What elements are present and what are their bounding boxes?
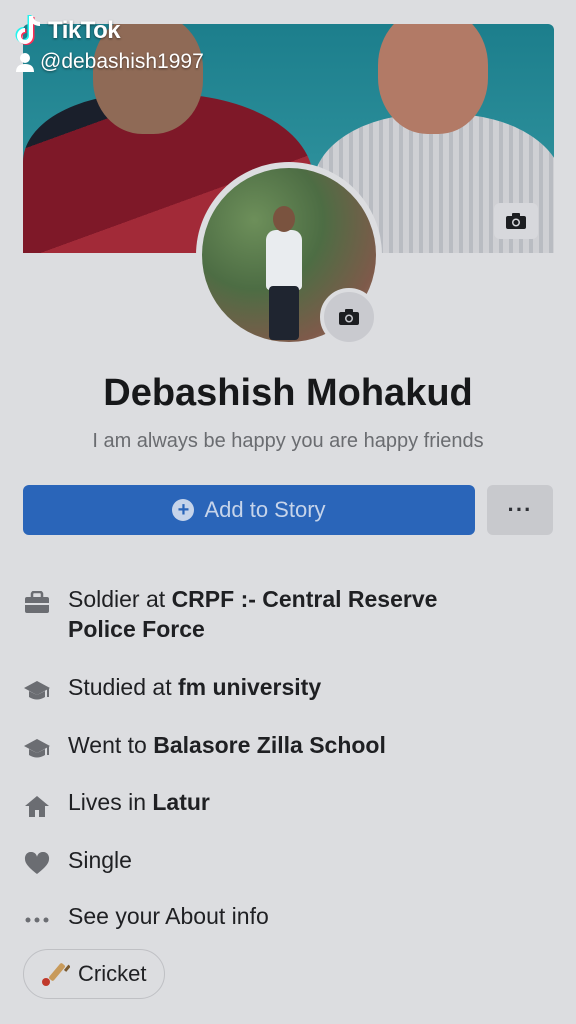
tiktok-brand-text: TikTok (48, 17, 121, 44)
user-icon (16, 53, 34, 72)
info-work-prefix: Soldier at (68, 586, 172, 612)
hobby-chip-label: Cricket (78, 961, 147, 986)
tiktok-logo-icon (15, 15, 41, 45)
home-icon (22, 791, 52, 821)
camera-icon (339, 309, 359, 325)
info-school: Went to Balasore Zilla School (22, 730, 542, 764)
info-relationship: Single (22, 845, 542, 879)
more-options-button[interactable]: ··· (487, 485, 553, 535)
info-university-prefix: Studied at (68, 674, 178, 700)
heart-icon (22, 849, 52, 879)
plus-circle-icon: + (172, 499, 195, 521)
profile-bio: I am always be happy you are happy frien… (92, 430, 484, 452)
hobby-chip-cricket[interactable]: Cricket (23, 949, 166, 999)
more-dots-icon: ··· (507, 497, 533, 522)
info-lives-value[interactable]: Latur (152, 789, 210, 815)
more-dots-icon (22, 905, 52, 935)
info-university-value[interactable]: fm university (178, 674, 321, 700)
info-school-value[interactable]: Balasore Zilla School (153, 732, 386, 758)
info-relationship-label: Single (68, 847, 132, 873)
graduation-cap-icon (22, 734, 52, 764)
add-to-story-button[interactable]: + Add to Story (23, 485, 475, 535)
profile-screen: TikTok @debashish1997 Debashish Mohakud … (0, 0, 576, 1024)
camera-icon (506, 213, 526, 229)
info-school-prefix: Went to (68, 732, 154, 758)
see-about-info[interactable]: See your About info (22, 901, 542, 935)
profile-name: Debashish Mohakud (103, 372, 473, 414)
info-lives: Lives in Latur (22, 787, 542, 821)
edit-profile-picture-button[interactable] (320, 288, 378, 346)
info-university: Studied at fm university (22, 672, 542, 706)
tiktok-username: @debashish1997 (40, 50, 204, 73)
cricket-icon (42, 963, 70, 986)
info-work: Soldier at CRPF :- Central Reserve Polic… (22, 584, 542, 644)
add-to-story-label: Add to Story (204, 497, 326, 522)
tiktok-watermark: TikTok @debashish1997 (14, 14, 204, 74)
briefcase-icon (22, 588, 52, 618)
graduation-cap-icon (22, 676, 52, 706)
info-lives-prefix: Lives in (68, 789, 153, 815)
see-about-info-label: See your About info (68, 903, 269, 929)
edit-cover-camera-button[interactable] (494, 203, 538, 239)
